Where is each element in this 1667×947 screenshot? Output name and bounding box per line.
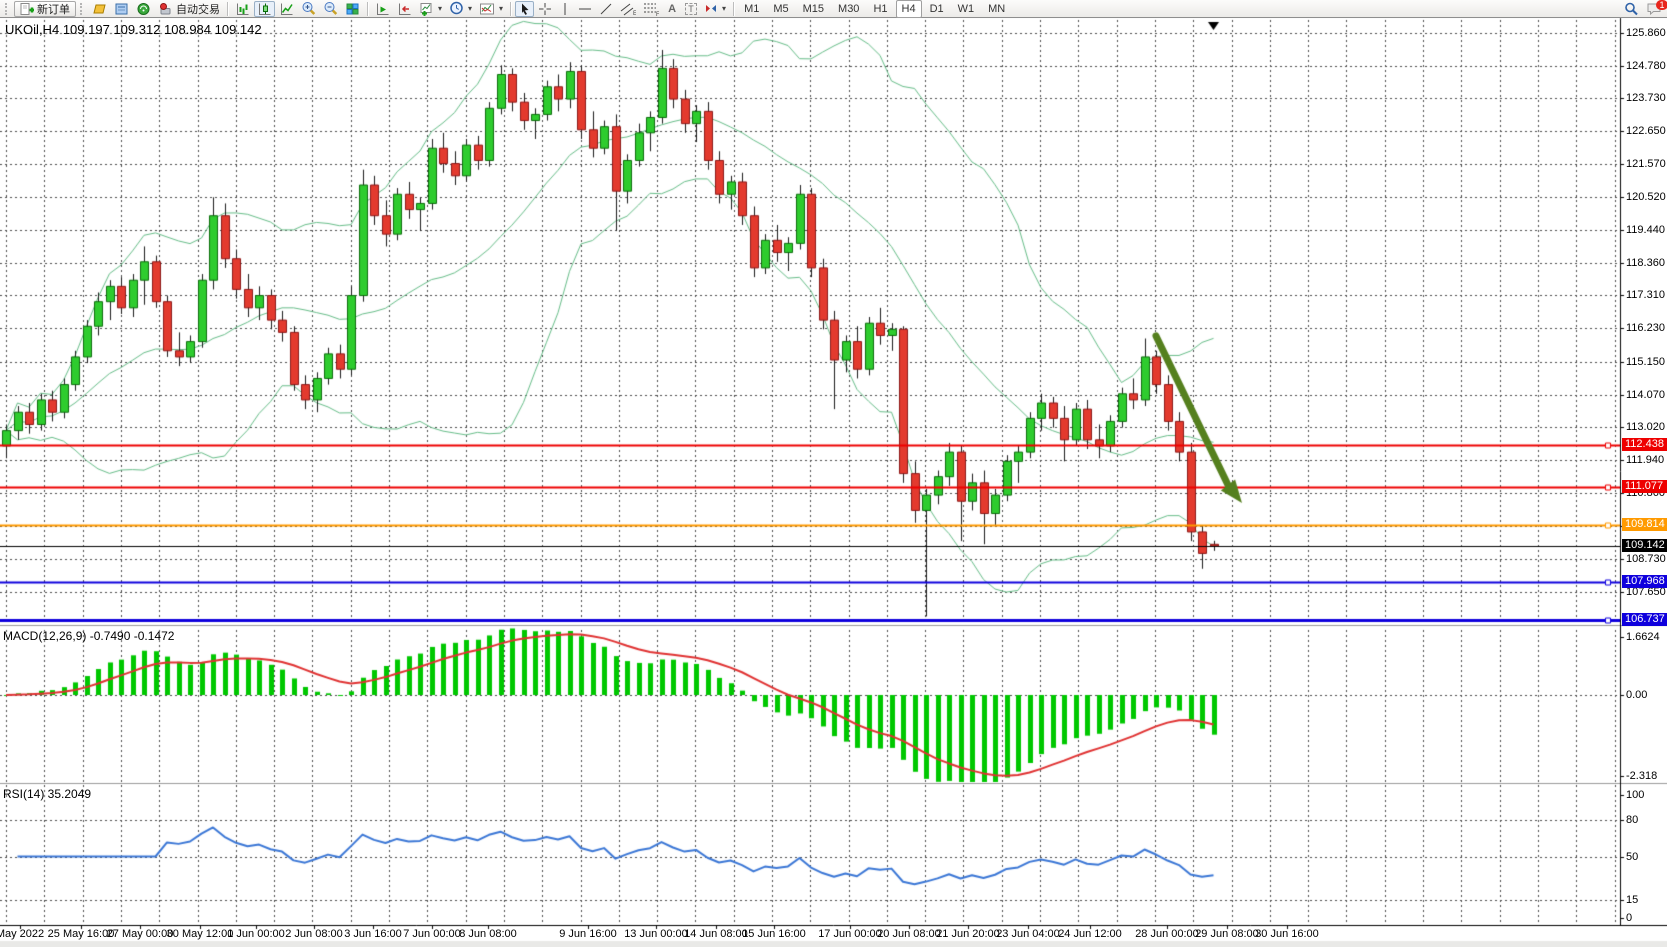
trendline-button[interactable] [596, 1, 616, 17]
svg-text:E: E [633, 11, 636, 16]
market-watch-button[interactable] [89, 1, 110, 17]
chart-shift-icon [375, 2, 390, 16]
line-chart-button[interactable] [276, 1, 297, 17]
price-chart-canvas[interactable] [0, 0, 1667, 947]
new-order-label: 新订单 [37, 1, 70, 17]
chart-shift-button[interactable] [372, 1, 393, 17]
notifications-button[interactable]: 1 [1643, 1, 1665, 17]
channel-icon: E [620, 1, 636, 16]
auto-scroll-button[interactable] [394, 1, 415, 17]
dropdown-caret: ▾ [722, 4, 726, 13]
data-window-button[interactable] [111, 1, 132, 17]
new-chart-icon [419, 2, 434, 16]
fibonacci-button[interactable]: F [640, 1, 662, 17]
auto-trading-label: 自动交易 [176, 1, 220, 17]
vertical-line-icon [559, 2, 571, 16]
timeframe-button-d1[interactable]: D1 [924, 0, 950, 18]
zoom-out-icon [323, 1, 338, 16]
toolbar-separator [367, 2, 368, 16]
search-button[interactable] [1620, 1, 1642, 17]
fibonacci-icon: F [643, 1, 659, 16]
profiles-button[interactable]: ▾ [446, 1, 475, 17]
data-window-icon [114, 2, 129, 16]
text-label-glyph: T [685, 3, 697, 15]
zoom-in-icon [301, 1, 316, 16]
signals-icon [136, 2, 151, 16]
toolbar-separator [733, 2, 734, 16]
zoom-out-button[interactable] [320, 1, 341, 17]
chart-window: UKOil,H4 109.197 109.312 108.984 109.142… [0, 0, 1667, 947]
candlestick-chart-button[interactable] [254, 1, 275, 17]
toolbar: 新订单 自动交易 ▾ ▾ ▾ E F A T ▾ M1M5M15M30H1H4D… [0, 0, 1667, 18]
tile-windows-button[interactable] [342, 1, 363, 17]
toolbar-separator [227, 2, 228, 16]
text-button[interactable]: A [663, 1, 681, 17]
timeframe-button-h1[interactable]: H1 [867, 0, 893, 18]
svg-text:F: F [656, 12, 659, 16]
timeframe-button-h4[interactable]: H4 [896, 0, 922, 18]
timeframe-button-m30[interactable]: M30 [832, 0, 865, 18]
new-chart-button[interactable]: ▾ [416, 1, 445, 17]
timeframe-button-m5[interactable]: M5 [767, 0, 794, 18]
cursor-button[interactable] [515, 1, 534, 17]
text-label-button[interactable]: T [682, 1, 700, 17]
clock-icon [449, 1, 464, 16]
timeframe-button-w1[interactable]: W1 [952, 0, 981, 18]
text-tool-glyph: A [668, 2, 676, 16]
horizontal-line-button[interactable] [575, 1, 595, 17]
indicators-icon [479, 2, 495, 16]
market-watch-icon [92, 2, 107, 16]
toolbar-grip [80, 3, 85, 15]
timeframe-button-m15[interactable]: M15 [797, 0, 830, 18]
tile-windows-icon [345, 2, 360, 16]
timeframe-button-m1[interactable]: M1 [738, 0, 765, 18]
auto-scroll-icon [397, 2, 412, 16]
vertical-line-button[interactable] [556, 1, 574, 17]
toolbar-grip [5, 3, 10, 15]
timeframe-toolbar: M1M5M15M30H1H4D1W1MN [738, 0, 1011, 18]
bar-chart-icon [235, 2, 250, 16]
crosshair-icon [538, 2, 552, 16]
dropdown-caret: ▾ [438, 4, 442, 13]
horizontal-line-icon [578, 2, 592, 16]
arrows-button[interactable]: ▾ [701, 1, 729, 17]
zoom-in-button[interactable] [298, 1, 319, 17]
candlestick-chart-icon [257, 2, 272, 16]
equidistant-channel-button[interactable]: E [617, 1, 639, 17]
timeframe-button-mn[interactable]: MN [982, 0, 1011, 18]
new-order-button[interactable]: 新订单 [14, 1, 76, 17]
crosshair-button[interactable] [535, 1, 555, 17]
notification-count-badge: 1 [1656, 0, 1667, 10]
trendline-icon [599, 2, 613, 16]
cursor-icon [518, 2, 531, 16]
toolbar-separator [510, 2, 511, 16]
signals-button[interactable] [133, 1, 154, 17]
auto-trading-icon [158, 2, 173, 16]
new-order-icon [20, 2, 34, 16]
line-chart-icon [279, 2, 294, 16]
arrows-icon [704, 2, 718, 15]
dropdown-caret: ▾ [468, 4, 472, 13]
dropdown-caret: ▾ [499, 4, 503, 13]
search-icon [1623, 1, 1639, 17]
bar-chart-button[interactable] [232, 1, 253, 17]
auto-trading-button[interactable]: 自动交易 [155, 1, 223, 17]
indicators-button[interactable]: ▾ [476, 1, 506, 17]
